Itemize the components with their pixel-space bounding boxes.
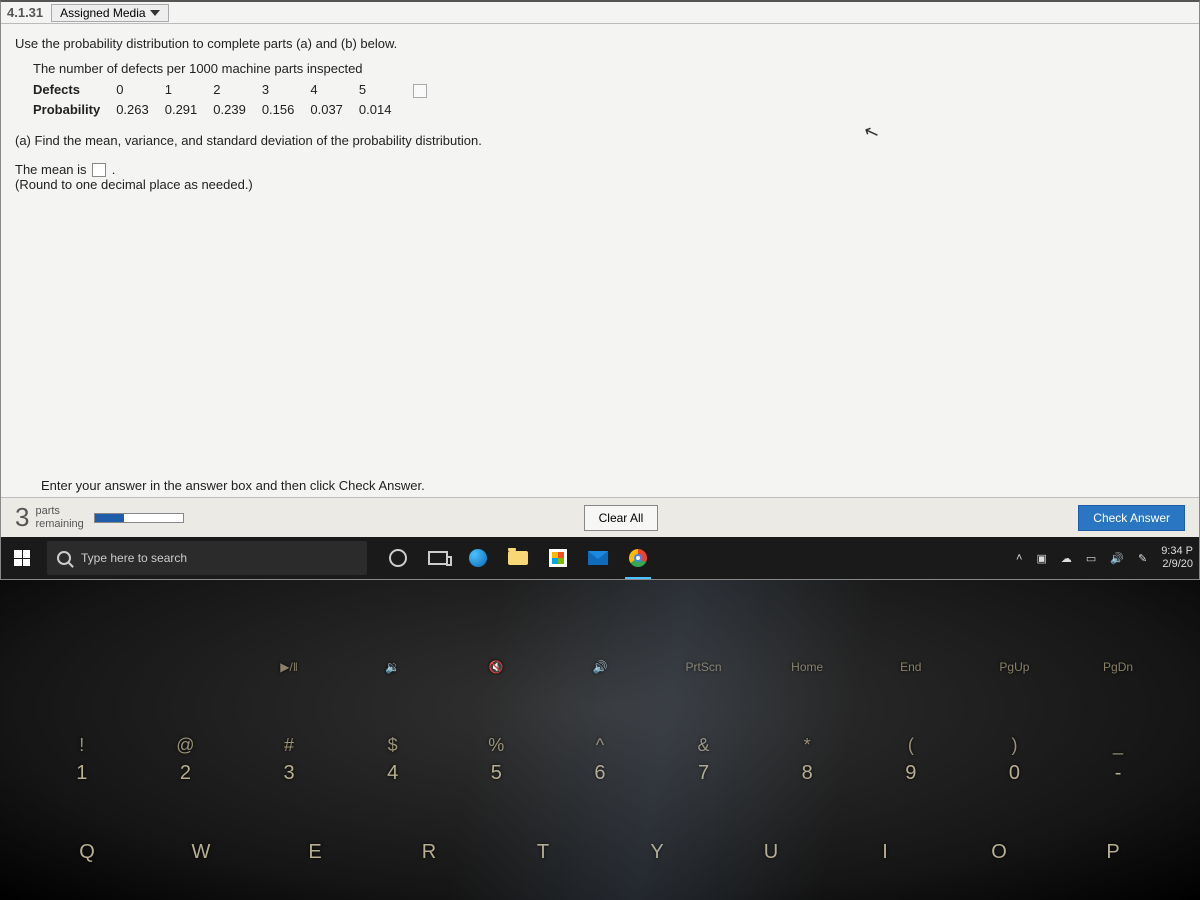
chrome-icon (629, 549, 647, 567)
row-label: Probability (33, 100, 116, 119)
file-explorer-button[interactable] (507, 547, 529, 569)
progress-bar (94, 513, 184, 523)
cortana-button[interactable] (387, 547, 409, 569)
mail-icon (588, 551, 608, 565)
table-row: Defects 0 1 2 3 4 5 (33, 80, 443, 100)
row-label: Defects (33, 80, 116, 100)
task-view-button[interactable] (427, 547, 449, 569)
start-button[interactable] (1, 537, 43, 579)
question-header: 4.1.31 Assigned Media (1, 2, 1199, 24)
chevron-down-icon (150, 10, 160, 16)
pen-icon[interactable]: ✎ (1138, 552, 1147, 565)
parts-remaining-label: parts remaining (35, 505, 83, 529)
answer-hint: Enter your answer in the answer box and … (41, 478, 425, 493)
tray-overflow-button[interactable]: ˄ (1016, 552, 1022, 564)
question-number: 4.1.31 (7, 5, 43, 20)
clear-all-button[interactable]: Clear All (584, 505, 659, 531)
search-placeholder: Type here to search (81, 551, 187, 565)
mail-button[interactable] (587, 547, 609, 569)
chrome-button[interactable] (627, 547, 649, 569)
parts-remaining-count: 3 (15, 502, 29, 533)
check-answer-button[interactable]: Check Answer (1078, 505, 1185, 531)
battery-icon[interactable]: ▣ (1036, 552, 1046, 565)
wifi-icon[interactable]: ▭ (1086, 552, 1096, 565)
part-a-text: (a) Find the mean, variance, and standar… (15, 133, 1185, 148)
taskbar-clock[interactable]: 9:34 P 2/9/20 (1161, 545, 1193, 571)
popout-icon[interactable] (413, 84, 427, 98)
table-caption: The number of defects per 1000 machine p… (33, 61, 1185, 76)
windows-taskbar: Type here to search ˄ ▣ ☁ ▭ 🔊 ✎ 9:34 P 2… (1, 537, 1199, 579)
distribution-table: Defects 0 1 2 3 4 5 Probability 0.263 0.… (33, 80, 443, 119)
sound-icon[interactable]: 🔊 (1110, 552, 1124, 565)
table-row: Probability 0.263 0.291 0.239 0.156 0.03… (33, 100, 443, 119)
cortana-icon (389, 549, 407, 567)
assigned-media-dropdown[interactable]: Assigned Media (51, 4, 168, 22)
question-prompt: Use the probability distribution to comp… (15, 36, 1185, 51)
mean-label-pre: The mean is (15, 162, 90, 177)
folder-icon (508, 551, 528, 565)
search-icon (57, 551, 71, 565)
assigned-media-label: Assigned Media (60, 6, 145, 20)
edge-icon (469, 549, 487, 567)
mean-answer-input[interactable] (92, 163, 106, 177)
edge-button[interactable] (467, 547, 489, 569)
onedrive-icon[interactable]: ☁ (1061, 552, 1072, 565)
app-window: 4.1.31 Assigned Media Use the probabilit… (0, 0, 1200, 580)
taskbar-search[interactable]: Type here to search (47, 541, 367, 575)
windows-logo-icon (14, 550, 30, 566)
question-content: Use the probability distribution to comp… (1, 24, 1199, 204)
task-view-icon (428, 551, 448, 565)
store-button[interactable] (547, 547, 569, 569)
store-icon (549, 549, 567, 567)
rounding-note: (Round to one decimal place as needed.) (15, 177, 1185, 192)
question-footer: 3 parts remaining Clear All Check Answer (1, 497, 1199, 537)
physical-keyboard: ▶/‖🔉🔇🔊PrtScnHomeEndPgUpPgDn !1@2#3$4%5^6… (0, 580, 1200, 900)
mean-label-post: . (112, 162, 116, 177)
